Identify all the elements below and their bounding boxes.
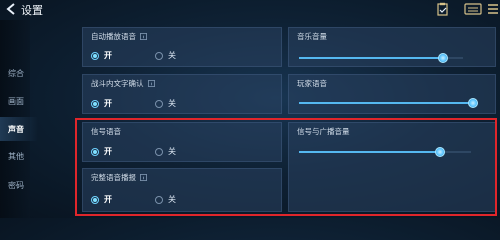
sidebar-item-display[interactable]: 画面 xyxy=(0,89,38,113)
sidebar-item-other[interactable]: 其他 xyxy=(0,144,38,168)
music-volume-panel: 音乐音量 xyxy=(288,27,496,67)
radio-label: 关 xyxy=(168,51,176,60)
battle-text-confirm-panel: 战斗内文字确认 开 关 xyxy=(82,74,282,114)
sidebar-item-sound[interactable]: 声音 xyxy=(0,117,38,141)
music-volume-label: 音乐音量 xyxy=(297,32,327,41)
page-title: 设置 xyxy=(21,4,43,17)
radio-selected-icon xyxy=(91,51,99,60)
radio-unselected-icon xyxy=(155,99,163,108)
top-bar: 设置 xyxy=(0,0,500,20)
slider-knob[interactable] xyxy=(438,53,448,63)
music-volume-slider[interactable] xyxy=(299,53,463,63)
auto-voice-on-radio[interactable]: 开 xyxy=(91,50,112,61)
radio-selected-icon xyxy=(91,99,99,108)
radio-label: 关 xyxy=(168,99,176,108)
back-arrow-icon[interactable] xyxy=(3,1,19,17)
player-voice-label: 玩家语音 xyxy=(297,79,327,88)
player-voice-panel: 玩家语音 xyxy=(288,74,496,114)
sidebar-item-password[interactable]: 密码 xyxy=(0,173,38,197)
slider-fill xyxy=(299,57,443,59)
radio-label: 开 xyxy=(104,51,112,60)
auto-voice-panel: 自动播放语音 开 关 xyxy=(82,27,282,67)
slider-fill xyxy=(299,102,473,104)
slider-knob[interactable] xyxy=(468,98,478,108)
battle-text-confirm-label: 战斗内文字确认 xyxy=(91,79,144,88)
battle-text-off-radio[interactable]: 关 xyxy=(155,98,176,109)
settings-sidebar: 综合 画面 声音 其他 密码 xyxy=(0,20,38,218)
info-icon[interactable] xyxy=(147,80,155,87)
auto-voice-off-radio[interactable]: 关 xyxy=(155,50,176,61)
radio-label: 开 xyxy=(104,99,112,108)
battle-text-on-radio[interactable]: 开 xyxy=(91,98,112,109)
auto-voice-label: 自动播放语音 xyxy=(91,32,136,41)
info-icon[interactable] xyxy=(140,33,147,40)
highlight-box xyxy=(75,118,497,216)
mail-icon[interactable] xyxy=(464,1,482,15)
sidebar-item-general[interactable]: 综合 xyxy=(0,61,38,85)
menu-icon[interactable] xyxy=(486,1,500,15)
radio-unselected-icon xyxy=(155,51,163,60)
clipboard-icon[interactable] xyxy=(435,1,451,16)
player-voice-slider[interactable] xyxy=(299,98,478,108)
